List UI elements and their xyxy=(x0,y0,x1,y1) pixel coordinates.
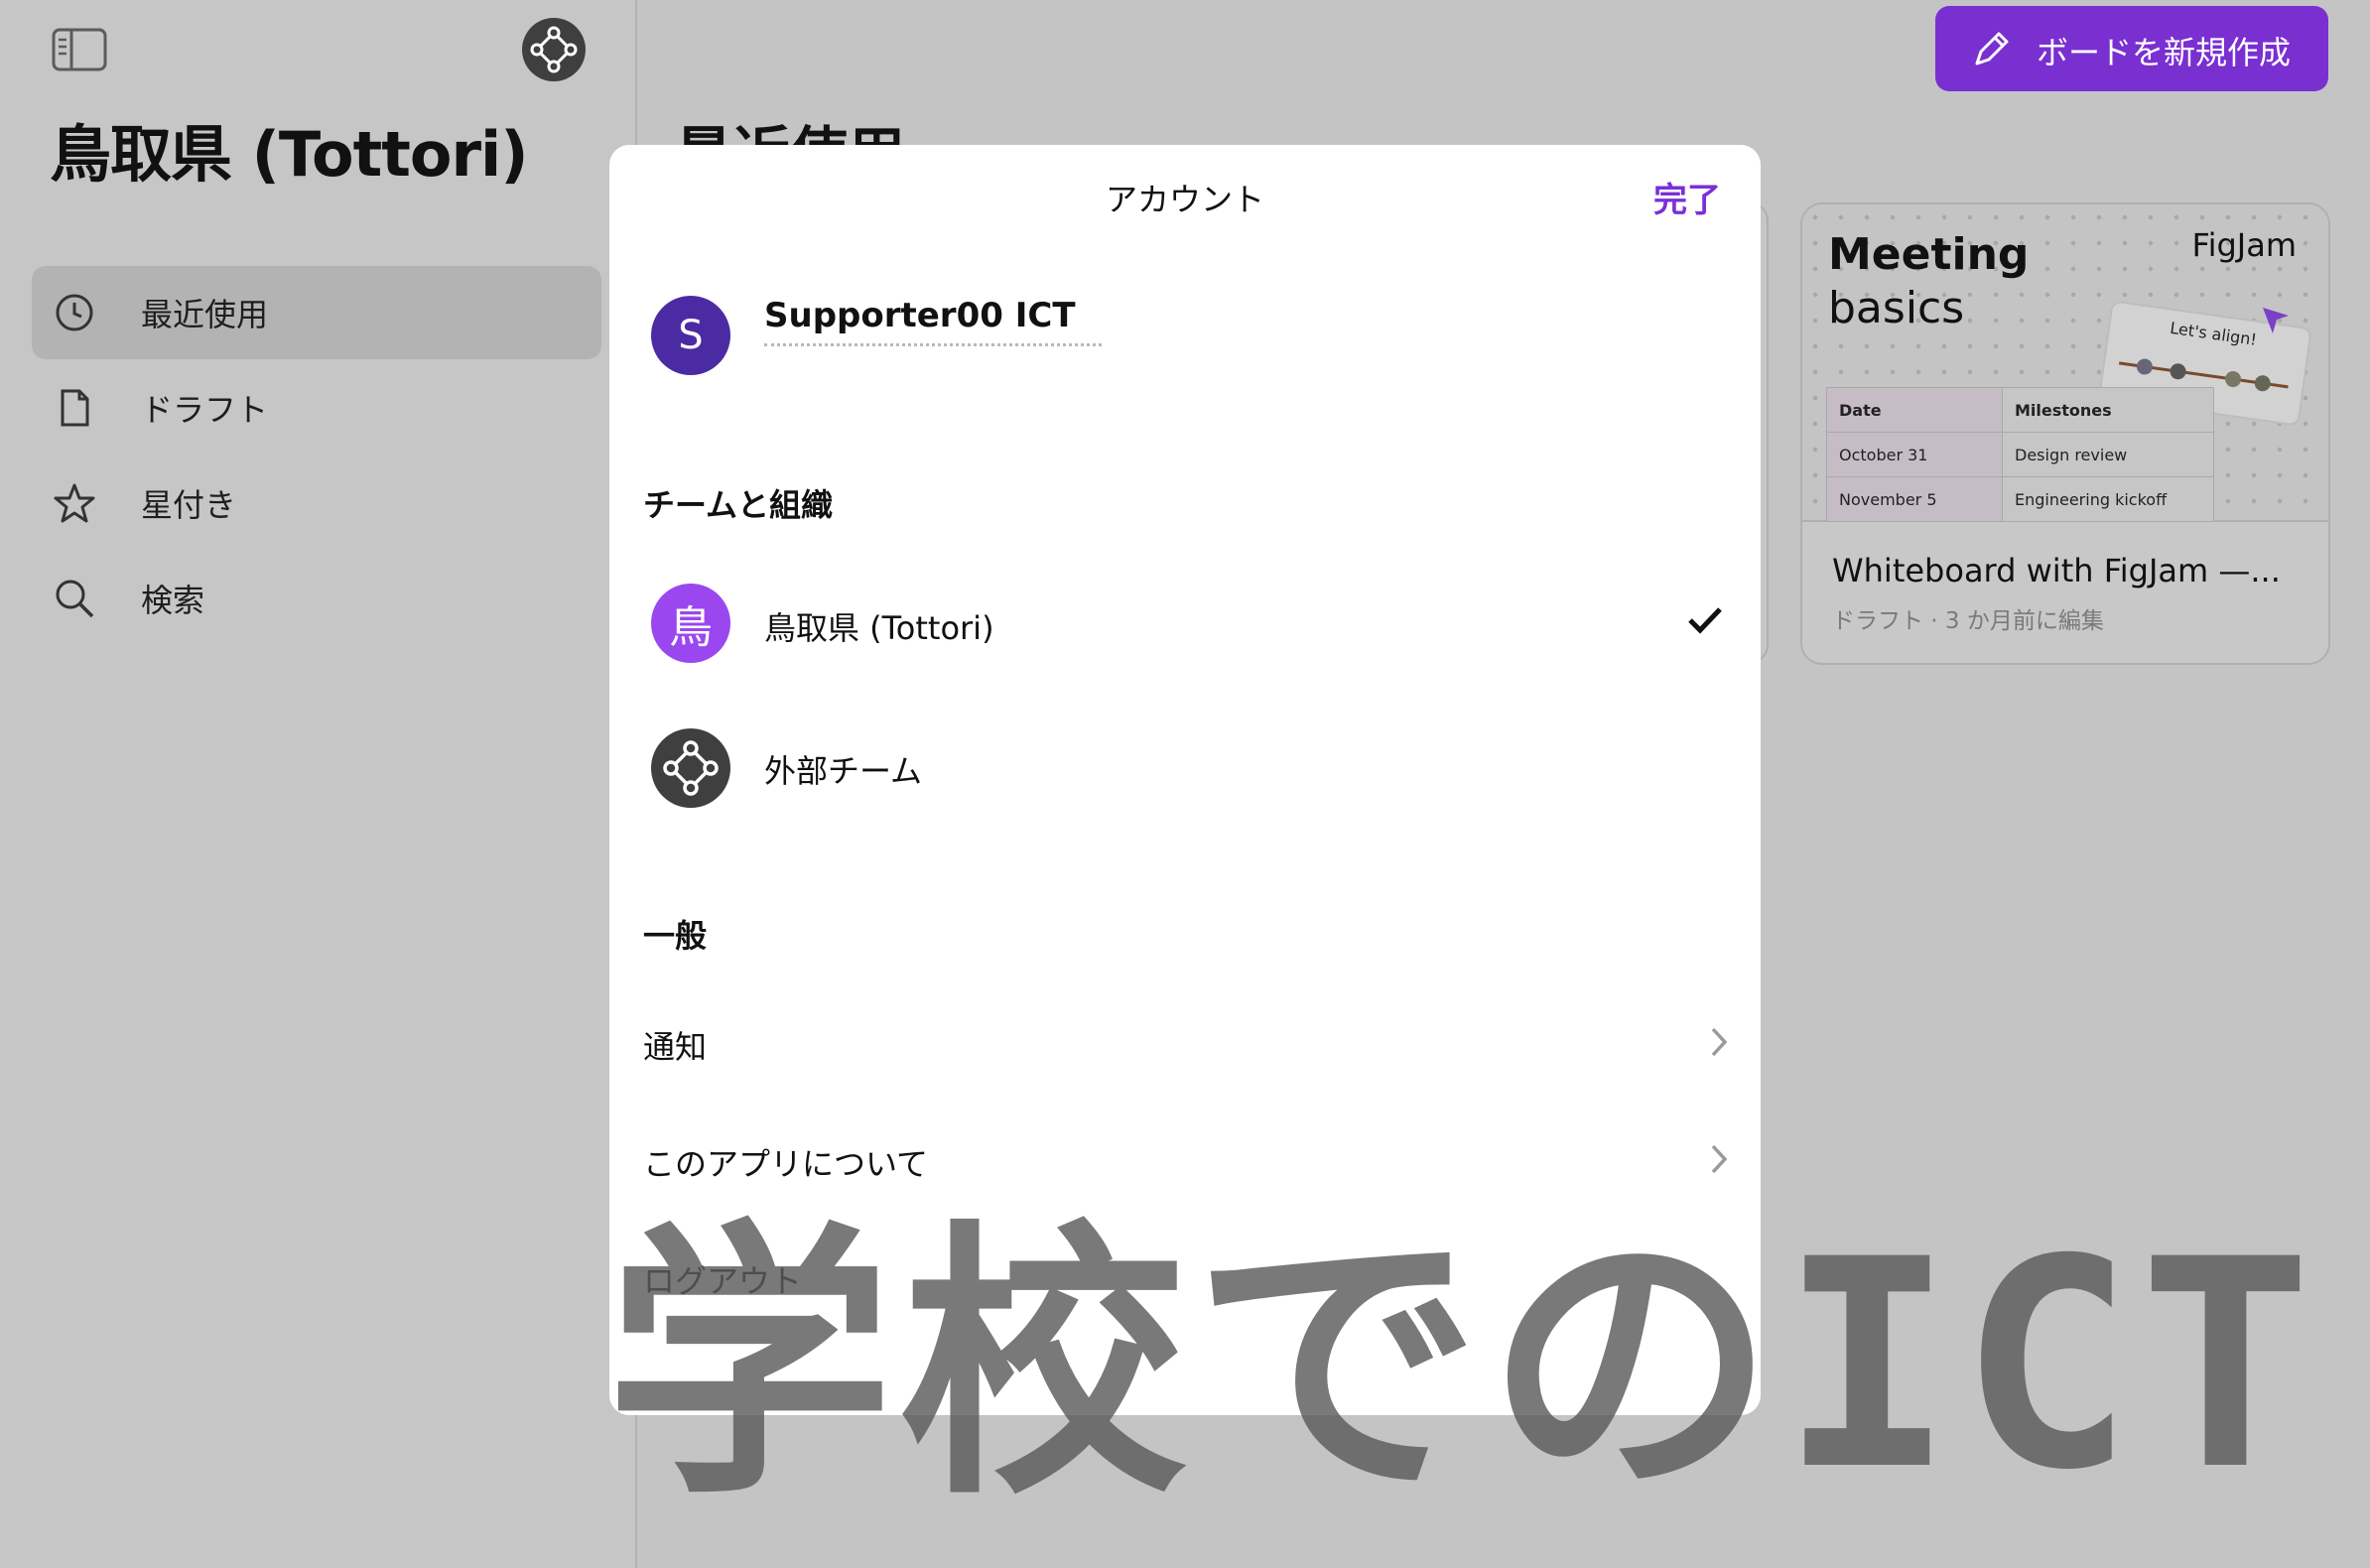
file-name: Whiteboard with FigJam —... xyxy=(1832,552,2281,589)
thumbnail-title: Meeting basics xyxy=(1828,229,2030,333)
document-icon xyxy=(54,387,95,429)
sidebar: 鳥取県 (Tottori) 最近使用 ドラフト 星付き 検索 xyxy=(0,0,637,1568)
about-label: このアプリについて xyxy=(643,1145,929,1183)
sidebar-item-label: ドラフト xyxy=(141,391,269,429)
user-email-obscured xyxy=(764,343,1102,356)
team-name: 鳥取県 (Tottori) xyxy=(764,609,994,647)
done-button[interactable]: 完了 xyxy=(1653,173,1721,221)
file-meta: ドラフト · 3 か月前に編集 xyxy=(1832,608,2104,634)
thumbnail-table: Date Milestones October 31 Design review N… xyxy=(1826,387,2214,522)
general-header: 一般 xyxy=(643,917,708,955)
sidebar-item-label: 星付き xyxy=(141,486,237,524)
cursor-icon xyxy=(2263,308,2289,333)
figjam-brand-text: FigJam xyxy=(2191,226,2298,264)
search-icon xyxy=(54,578,95,619)
teams-header: チームと組織 xyxy=(643,486,834,524)
checkmark-icon xyxy=(1688,607,1722,634)
user-avatar: S xyxy=(651,296,730,375)
team-name: 外部チーム xyxy=(764,752,923,790)
user-name: Supporter00 ICT xyxy=(764,296,1076,335)
org-title: 鳥取県 (Tottori) xyxy=(50,118,529,191)
chevron-right-icon xyxy=(1711,1027,1728,1057)
clock-icon xyxy=(54,292,95,333)
sidebar-item-search[interactable]: 検索 xyxy=(32,552,601,645)
sidebar-item-label: 最近使用 xyxy=(141,296,269,333)
watermark-text: 学校でのICT xyxy=(605,1199,2318,1533)
chevron-right-icon xyxy=(1711,1144,1728,1174)
modal-title: アカウント xyxy=(1105,181,1264,218)
star-icon xyxy=(54,482,95,524)
team-logo-icon[interactable] xyxy=(522,18,586,81)
new-board-button[interactable]: ボードを新規作成 xyxy=(1935,6,2328,91)
sidebar-toggle-icon[interactable] xyxy=(52,28,107,71)
notifications-label: 通知 xyxy=(643,1028,708,1066)
file-card[interactable]: Meeting basics FigJam Let's align! Date Mi… xyxy=(1800,202,2330,665)
sidebar-item-drafts[interactable]: ドラフト xyxy=(32,361,601,455)
sidebar-item-label: 検索 xyxy=(141,582,205,619)
sidebar-item-recent[interactable]: 最近使用 xyxy=(32,266,601,359)
external-team-icon xyxy=(651,728,730,808)
new-board-label: ボードを新規作成 xyxy=(2037,34,2292,71)
pencil-icon xyxy=(1971,30,2011,69)
team-avatar: 鳥 xyxy=(651,584,730,663)
file-thumbnail: Meeting basics FigJam Let's align! Date Mi… xyxy=(1802,204,2328,522)
sidebar-item-starred[interactable]: 星付き xyxy=(32,457,601,550)
